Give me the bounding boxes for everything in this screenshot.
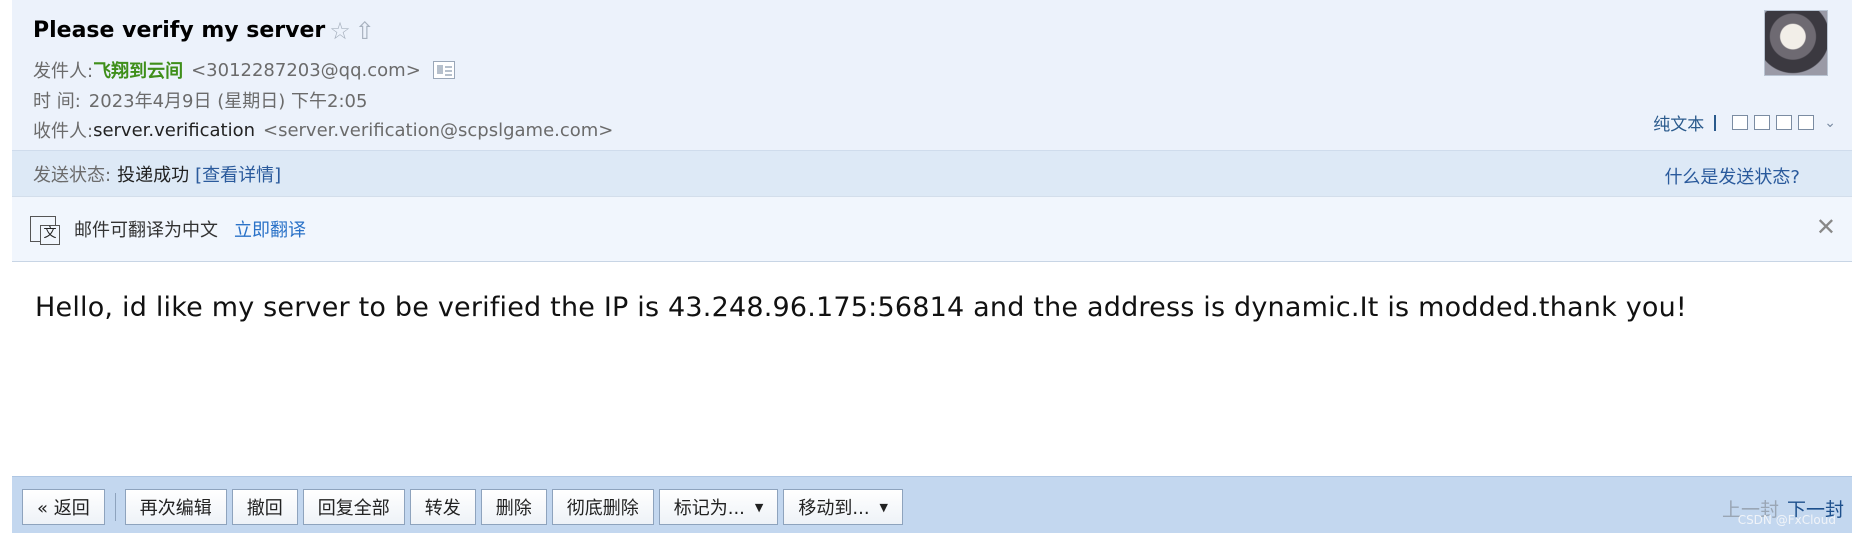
translate-icon [30,216,60,245]
time-value: 2023年4月9日 (星期日) 下午2:05 [88,91,368,112]
forward-button[interactable]: 转发 [409,489,476,525]
delete-permanent-button[interactable]: 彻底删除 [551,489,654,525]
mark-as-label: 标记为... [673,498,745,519]
reply-all-button[interactable]: 回复全部 [302,489,405,525]
status-label: 发送状态: [33,164,112,186]
status-help-link[interactable]: 什么是发送状态? [1664,163,1800,189]
move-to-label: 移动到... [798,498,870,519]
close-icon[interactable]: ✕ [1816,213,1836,241]
subject-row: Please verify my server ☆ ⇧ [33,18,375,43]
caret-down-icon: ▼ [879,500,889,514]
action-bar: « 返回 再次编辑 撤回 回复全部 转发 删除 彻底删除 标记为... ▼ 移动… [12,476,1852,533]
share-up-icon[interactable]: ⇧ [355,19,375,43]
back-button[interactable]: « 返回 [22,489,105,525]
action-buttons: « 返回 再次编辑 撤回 回复全部 转发 删除 彻底删除 标记为... ▼ 移动… [22,489,908,525]
to-label: 收件人: [33,121,94,142]
plain-text-link[interactable]: 纯文本 [1653,110,1704,135]
mail-header: Please verify my server ☆ ⇧ 发件人: 飞翔到云间 <… [12,0,1852,150]
print-icon[interactable] [1798,115,1815,130]
recipient-name[interactable]: server.verification [93,120,255,141]
star-icon[interactable]: ☆ [329,19,351,43]
document-icon[interactable] [1754,115,1771,130]
expand-chevron-icon[interactable]: ⌄ [1824,115,1836,131]
time-label: 时 间: [33,91,81,112]
move-to-dropdown[interactable]: 移动到... ▼ [783,489,904,525]
avatar[interactable] [1764,10,1828,76]
contact-card-icon[interactable] [432,61,455,79]
sender-address: <3012287203@qq.com> [191,59,421,81]
tool-divider [1714,114,1717,131]
recipient-address: <server.verification@scpslgame.com> [263,119,614,141]
download-icon[interactable] [1776,115,1793,130]
reedit-button[interactable]: 再次编辑 [124,489,227,525]
translate-bar: 邮件可翻译为中文 立即翻译 ✕ [12,196,1852,262]
new-window-icon[interactable] [1732,115,1749,130]
status-value: 投递成功 [117,164,190,186]
watermark: CSDN @FxCloud [1737,513,1836,527]
caret-down-icon: ▼ [754,500,764,514]
mail-subject: Please verify my server [33,18,326,43]
from-label: 发件人: [33,61,94,82]
delivery-status-bar: 发送状态: 投递成功 [查看详情] 什么是发送状态? [12,150,1852,196]
translate-now-link[interactable]: 立即翻译 [234,216,306,242]
mail-body: Hello, id like my server to be verified … [35,292,1687,323]
translate-prompt: 邮件可翻译为中文 [74,220,218,241]
delete-button[interactable]: 删除 [480,489,547,525]
time-row: 时 间: 2023年4月9日 (星期日) 下午2:05 [33,87,367,113]
sender-name[interactable]: 飞翔到云间 [93,57,183,83]
header-tools: 纯文本 ⌄ [1653,110,1836,135]
status-details-link[interactable]: [查看详情] [195,161,281,187]
mark-as-dropdown[interactable]: 标记为... ▼ [658,489,779,525]
action-divider [114,493,116,521]
from-row: 发件人: 飞翔到云间 <3012287203@qq.com> [33,57,455,83]
to-row: 收件人: server.verification <server.verific… [33,117,613,143]
recall-button[interactable]: 撤回 [231,489,298,525]
mail-view: Please verify my server ☆ ⇧ 发件人: 飞翔到云间 <… [12,0,1852,533]
